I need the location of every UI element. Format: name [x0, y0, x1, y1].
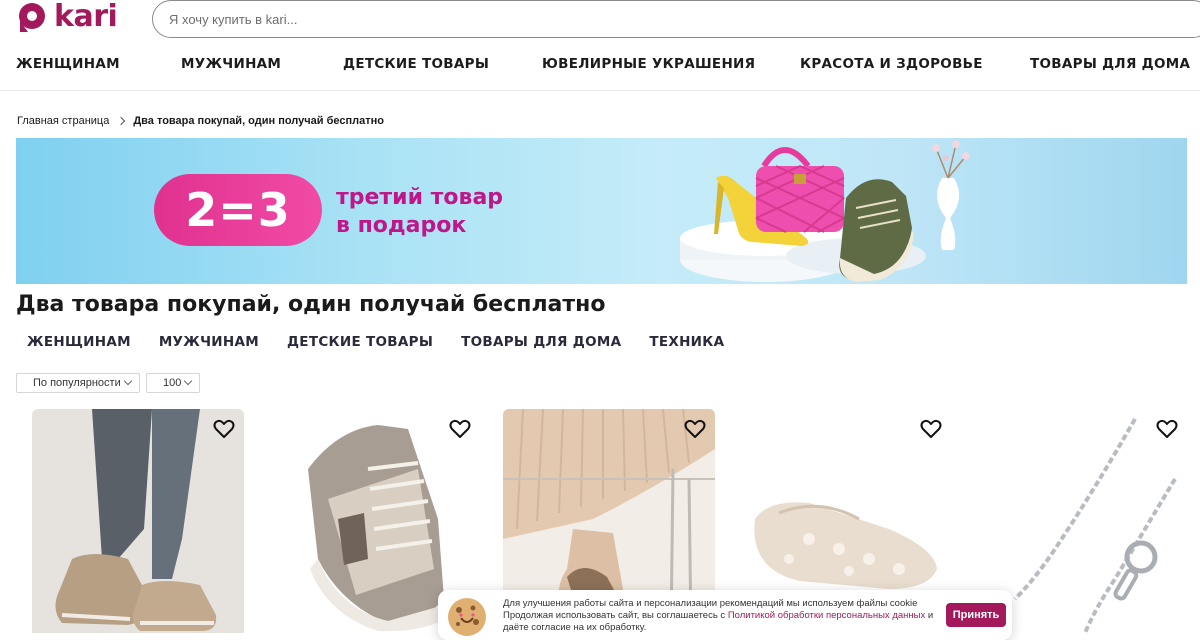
promo-text: третий товар в подарок — [336, 184, 503, 240]
breadcrumb: Главная страница Два товара покупай, оди… — [17, 115, 384, 127]
heart-icon[interactable] — [448, 417, 472, 441]
kari-logo-icon — [19, 3, 45, 32]
breadcrumb-current: Два товара покупай, один получай бесплат… — [133, 115, 384, 127]
promo-banner[interactable]: 2=3 третий товар в подарок — [16, 138, 1187, 284]
category-men[interactable]: МУЖЧИНАМ — [159, 334, 259, 350]
chevron-right-icon — [117, 116, 126, 126]
main-nav: ЖЕНЩИНАМ МУЖЧИНАМ ДЕТСКИЕ ТОВАРЫ ЮВЕЛИРН… — [0, 50, 1200, 91]
category-kids[interactable]: ДЕТСКИЕ ТОВАРЫ — [287, 334, 433, 350]
nav-kids[interactable]: ДЕТСКИЕ ТОВАРЫ — [343, 56, 489, 72]
sort-value: По популярности — [33, 377, 121, 389]
logo-text: kari — [54, 0, 118, 34]
nav-jewelry[interactable]: ЮВЕЛИРНЫЕ УКРАШЕНИЯ — [542, 56, 755, 72]
promo-badge: 2=3 — [154, 174, 322, 246]
nav-home-goods[interactable]: ТОВАРЫ ДЛЯ ДОМА — [1030, 56, 1190, 72]
cookie-icon — [448, 598, 486, 636]
breadcrumb-home[interactable]: Главная страница — [17, 115, 109, 127]
search-bar[interactable] — [152, 0, 1200, 38]
per-page-select[interactable]: 100 — [146, 373, 200, 393]
accept-cookies-button[interactable]: Принять — [946, 603, 1006, 627]
heart-icon[interactable] — [212, 417, 236, 441]
heart-icon[interactable] — [919, 417, 943, 441]
nav-beauty[interactable]: КРАСОТА И ЗДОРОВЬЕ — [800, 56, 983, 72]
nav-men[interactable]: МУЖЧИНАМ — [181, 56, 281, 72]
product-image[interactable] — [32, 409, 244, 633]
chevron-down-icon — [183, 376, 193, 386]
heart-icon[interactable] — [1155, 417, 1179, 441]
privacy-policy-link[interactable]: Политикой обработки персональных данных — [728, 610, 925, 621]
category-electronics[interactable]: ТЕХНИКА — [649, 334, 724, 350]
page-title: Два товара покупай, один получай бесплат… — [16, 292, 606, 317]
sort-select[interactable]: По популярности — [16, 373, 140, 393]
kari-logo[interactable]: kari — [16, 0, 118, 34]
category-women[interactable]: ЖЕНЩИНАМ — [27, 334, 131, 350]
promo-line-2: в подарок — [336, 213, 467, 238]
cookie-text: Для улучшения работы сайта и персонализа… — [503, 598, 943, 634]
header: kari — [0, 0, 1200, 40]
promo-line-1: третий товар — [336, 185, 504, 210]
heart-icon[interactable] — [683, 417, 707, 441]
chevron-down-icon — [123, 376, 133, 386]
category-home-goods[interactable]: ТОВАРЫ ДЛЯ ДОМА — [461, 334, 621, 350]
per-page-value: 100 — [163, 377, 182, 389]
nav-women[interactable]: ЖЕНЩИНАМ — [16, 56, 120, 72]
product-card[interactable] — [32, 409, 244, 633]
search-input[interactable] — [167, 11, 771, 28]
category-tabs: ЖЕНЩИНАМ МУЖЧИНАМ ДЕТСКИЕ ТОВАРЫ ТОВАРЫ … — [27, 334, 752, 350]
banner-illustration — [680, 140, 970, 282]
